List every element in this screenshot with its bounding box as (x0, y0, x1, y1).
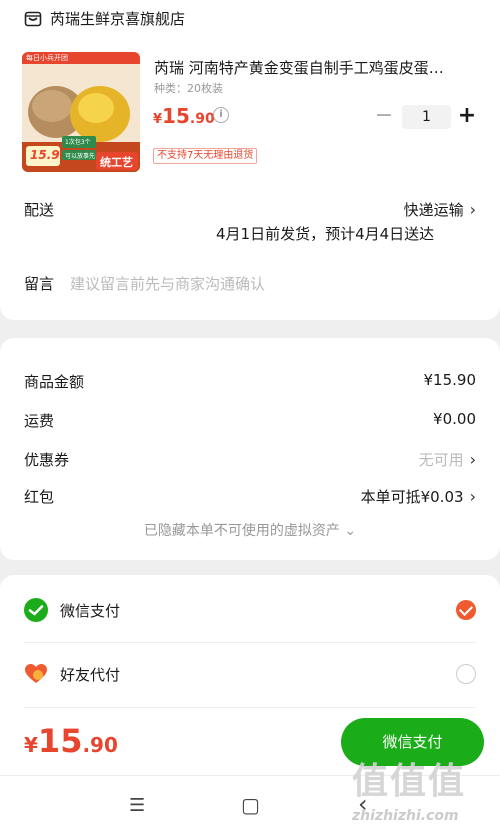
wechat-pay-label: 微信支付 (60, 601, 121, 620)
red-packet-selector[interactable]: 本单可抵¥0.03 › (361, 486, 476, 507)
message-label: 留言 (24, 275, 55, 293)
watermark-logo: 值值值 (352, 761, 467, 802)
hidden-assets-toggle[interactable]: 已隐藏本单不可使用的虚拟资产 ⌄ (0, 520, 500, 540)
thumb-price-badge: 15.9 (30, 148, 60, 162)
chevron-right-icon: › (469, 487, 476, 506)
goods-amount-label: 商品金额 (24, 373, 85, 391)
order-card: 芮瑞生鲜京喜旗舰店 每日小兵开团 15.9 1次包3个 可以放事先 统工艺 芮瑞… (0, 0, 500, 320)
delivery-schedule: 4月1日前发货，预计4月4日送达 (216, 225, 435, 243)
friend-pay-heart-icon (25, 664, 47, 683)
thumb-side-badge-1: 1次包3个 (65, 139, 91, 146)
red-packet-value: 本单可抵¥0.03 (360, 488, 464, 506)
total-currency: ¥ (24, 733, 38, 757)
chevron-down-icon: ⌄ (344, 523, 357, 539)
total-decimal: .90 (82, 733, 118, 757)
coupon-value: 无可用 (418, 451, 464, 469)
wechat-pay-icon (24, 598, 48, 622)
delivery-method[interactable]: 快递运输 › (404, 199, 476, 220)
info-icon[interactable]: i (213, 107, 229, 123)
goods-amount-value: ¥15.90 (423, 371, 477, 389)
product-price: ¥15.90 (153, 104, 215, 128)
shop-header[interactable]: 芮瑞生鲜京喜旗舰店 (24, 8, 185, 29)
friend-pay-radio[interactable] (456, 664, 476, 684)
price-integer: 15 (162, 104, 190, 128)
divider (24, 707, 476, 708)
quantity-input[interactable]: 1 (402, 105, 451, 129)
quantity-increase-button[interactable]: + (457, 103, 477, 129)
product-title[interactable]: 芮瑞 河南特产黄金变蛋自制手工鸡蛋皮蛋… (154, 57, 484, 78)
price-currency: ¥ (153, 112, 163, 127)
quantity-decrease-button[interactable]: − (374, 104, 394, 128)
payment-option-friend[interactable]: 好友代付 (24, 662, 120, 686)
order-total: ¥15.90 (24, 722, 118, 760)
hidden-assets-text: 已隐藏本单不可使用的虚拟资产 (143, 523, 340, 539)
wechat-pay-radio-selected[interactable] (456, 600, 476, 620)
thumb-top-badge: 每日小兵开团 (26, 54, 68, 62)
shipping-fee-value: ¥0.00 (433, 410, 476, 428)
shipping-fee-label: 运费 (24, 412, 55, 430)
payment-option-wechat[interactable]: 微信支付 (24, 598, 120, 622)
friend-pay-label: 好友代付 (60, 665, 121, 684)
thumb-side-badge-2: 可以放事先 (65, 153, 96, 160)
total-integer: 15 (37, 722, 83, 760)
delivery-method-text: 快递运输 (403, 201, 464, 219)
delivery-label: 配送 (24, 201, 55, 219)
price-decimal: .90 (189, 111, 215, 127)
coupon-selector[interactable]: 无可用 › (419, 449, 476, 470)
product-thumbnail[interactable]: 每日小兵开团 15.9 1次包3个 可以放事先 统工艺 (22, 52, 140, 172)
shop-name: 芮瑞生鲜京喜旗舰店 (50, 10, 186, 28)
home-icon[interactable]: ▢ (241, 793, 260, 817)
store-icon (24, 11, 42, 26)
watermark-url: zhizhizhi.com (352, 808, 459, 824)
thumb-craft-badge: 统工艺 (100, 156, 133, 169)
red-packet-label: 红包 (24, 488, 55, 506)
product-spec[interactable]: 种类：20枚装 (154, 80, 223, 96)
no-return-badge: 不支持7天无理由退货 (153, 148, 258, 164)
chevron-right-icon: › (469, 450, 476, 469)
message-input[interactable]: 建议留言前先与商家沟通确认 (70, 273, 265, 294)
divider (24, 642, 476, 643)
menu-icon[interactable]: ☰ (129, 795, 145, 816)
coupon-label: 优惠券 (24, 451, 70, 469)
chevron-right-icon: › (469, 200, 476, 219)
